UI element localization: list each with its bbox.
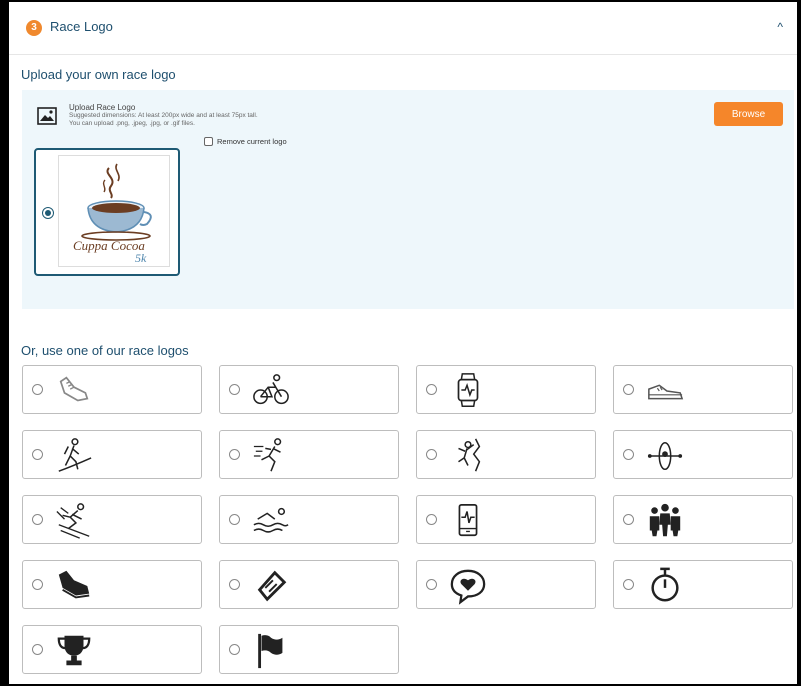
stock-section-title: Or, use one of our race logos (21, 343, 189, 358)
race-logo-radio[interactable] (229, 449, 240, 460)
phone-heartbeat-icon (458, 503, 478, 537)
race-logo-radio[interactable] (229, 644, 240, 655)
race-logo-option[interactable] (219, 365, 399, 414)
current-logo-image: Cuppa Cocoa 5k (58, 155, 170, 267)
upload-label: Upload Race Logo (69, 103, 136, 112)
group-icon (649, 503, 681, 537)
flag-icon (258, 633, 283, 669)
race-logo-option[interactable] (22, 495, 202, 544)
current-logo-radio[interactable] (42, 207, 54, 219)
image-icon (37, 107, 57, 125)
trophy-icon (57, 635, 91, 666)
race-logo-radio[interactable] (32, 449, 43, 460)
fitness-watch-icon (457, 373, 479, 407)
race-logo-radio[interactable] (229, 384, 240, 395)
climber-icon (458, 438, 481, 472)
race-logo-radio[interactable] (426, 514, 437, 525)
runner-icon (253, 438, 282, 472)
current-logo-option[interactable]: Cuppa Cocoa 5k (34, 148, 180, 276)
race-logo-radio[interactable] (623, 579, 634, 590)
race-logo-radio[interactable] (426, 579, 437, 590)
race-logo-radio[interactable] (623, 384, 634, 395)
race-logo-option[interactable] (416, 365, 596, 414)
race-logo-option[interactable] (613, 495, 793, 544)
upload-box: Upload Race Logo Suggested dimensions: A… (22, 90, 794, 309)
checkbox-box[interactable] (204, 137, 213, 146)
running-shoe-icon (58, 570, 90, 599)
logo-text-line2: 5k (135, 251, 147, 265)
race-logo-option[interactable] (219, 430, 399, 479)
race-logo-option[interactable] (613, 430, 793, 479)
upload-hint-formats: You can upload .png, .jpeg, .jpg, or .gi… (69, 120, 195, 127)
race-logo-option[interactable] (22, 430, 202, 479)
step-badge: 3 (26, 20, 42, 36)
race-logo-radio[interactable] (229, 514, 240, 525)
race-logo-option[interactable] (416, 430, 596, 479)
race-logo-option[interactable] (219, 495, 399, 544)
race-logo-radio[interactable] (426, 384, 437, 395)
swimmer-icon (253, 507, 289, 533)
sneaker-outline-icon (648, 384, 684, 400)
running-shoe-outline-icon (59, 376, 89, 402)
race-logo-radio[interactable] (32, 579, 43, 590)
upload-hint: Suggested dimensions: At least 200px wid… (69, 112, 369, 128)
stopwatch-icon (651, 567, 679, 602)
race-logo-radio[interactable] (229, 579, 240, 590)
remove-current-logo-label: Remove current logo (217, 137, 287, 146)
race-logo-option[interactable] (219, 560, 399, 609)
race-logo-radio[interactable] (623, 449, 634, 460)
heart-chat-icon (450, 569, 486, 605)
race-logo-radio[interactable] (32, 384, 43, 395)
race-logo-radio[interactable] (623, 514, 634, 525)
race-logo-option[interactable] (613, 365, 793, 414)
upload-section-title: Upload your own race logo (21, 67, 176, 82)
race-logo-option[interactable] (22, 625, 202, 674)
cyclist-icon (253, 374, 289, 405)
section-title: Race Logo (50, 19, 113, 34)
race-logo-option[interactable] (416, 560, 596, 609)
section-header[interactable]: 3 Race Logo ^ (9, 2, 797, 55)
race-logo-radio[interactable] (426, 449, 437, 460)
race-logo-panel: 3 Race Logo ^ Upload your own race logo … (9, 2, 797, 684)
race-logo-option[interactable] (219, 625, 399, 674)
race-logo-option[interactable] (22, 560, 202, 609)
skier-icon (56, 503, 90, 539)
remove-current-logo-checkbox[interactable]: Remove current logo (204, 137, 287, 146)
race-logo-option[interactable] (416, 495, 596, 544)
race-logo-radio[interactable] (32, 644, 43, 655)
race-logo-radio[interactable] (32, 514, 43, 525)
race-logo-option[interactable] (613, 560, 793, 609)
kayak-icon (647, 441, 683, 471)
ticket-icon (257, 570, 287, 602)
upload-hint-dimensions: Suggested dimensions: At least 200px wid… (69, 112, 258, 119)
cocoa-cup-logo: Cuppa Cocoa 5k (73, 163, 152, 265)
collapse-caret-icon[interactable]: ^ (777, 20, 783, 34)
race-logo-option[interactable] (22, 365, 202, 414)
hiker-icon (58, 438, 92, 472)
browse-button[interactable]: Browse (714, 102, 783, 126)
